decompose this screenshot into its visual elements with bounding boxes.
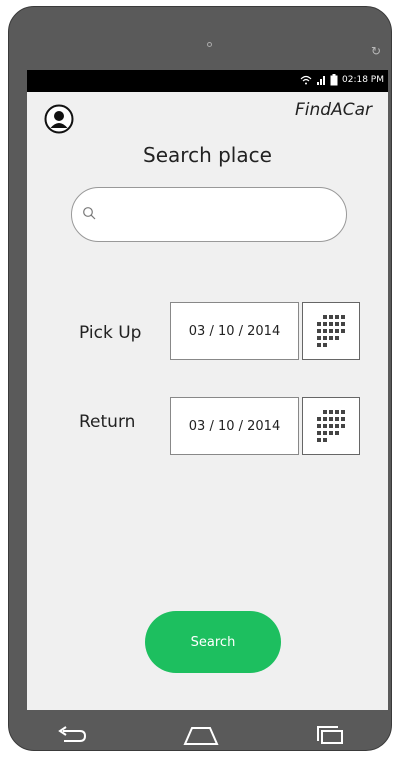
status-icons: 02:18 PM — [300, 74, 384, 86]
page-title: Search place — [143, 143, 272, 167]
camera-dot — [207, 42, 212, 47]
status-bar: 02:18 PM — [27, 70, 388, 92]
app-screen: 02:18 PM FindACar Search place Pick Up 0… — [27, 70, 388, 710]
return-date-field[interactable]: 03 / 10 / 2014 — [170, 397, 299, 455]
pickup-date-field[interactable]: 03 / 10 / 2014 — [170, 302, 299, 360]
wifi-icon — [300, 75, 312, 85]
search-button[interactable]: Search — [145, 611, 281, 673]
return-calendar-button[interactable] — [302, 397, 360, 455]
return-label: Return — [79, 412, 136, 432]
home-icon[interactable] — [181, 724, 221, 746]
user-icon[interactable] — [44, 104, 74, 134]
back-icon[interactable] — [54, 725, 90, 745]
calendar-icon — [317, 410, 345, 442]
search-icon — [83, 207, 96, 220]
signal-icon — [317, 76, 325, 85]
pickup-label: Pick Up — [79, 323, 142, 343]
recent-apps-icon[interactable] — [312, 724, 348, 746]
status-time: 02:18 PM — [342, 75, 384, 85]
app-title: FindACar — [295, 100, 372, 120]
search-input[interactable] — [102, 200, 336, 230]
search-field[interactable] — [71, 187, 347, 242]
pickup-calendar-button[interactable] — [302, 302, 360, 360]
android-nav-bar — [9, 717, 393, 752]
battery-icon — [330, 74, 338, 86]
calendar-icon — [317, 315, 345, 347]
sensor-icon: ↻ — [371, 44, 382, 58]
